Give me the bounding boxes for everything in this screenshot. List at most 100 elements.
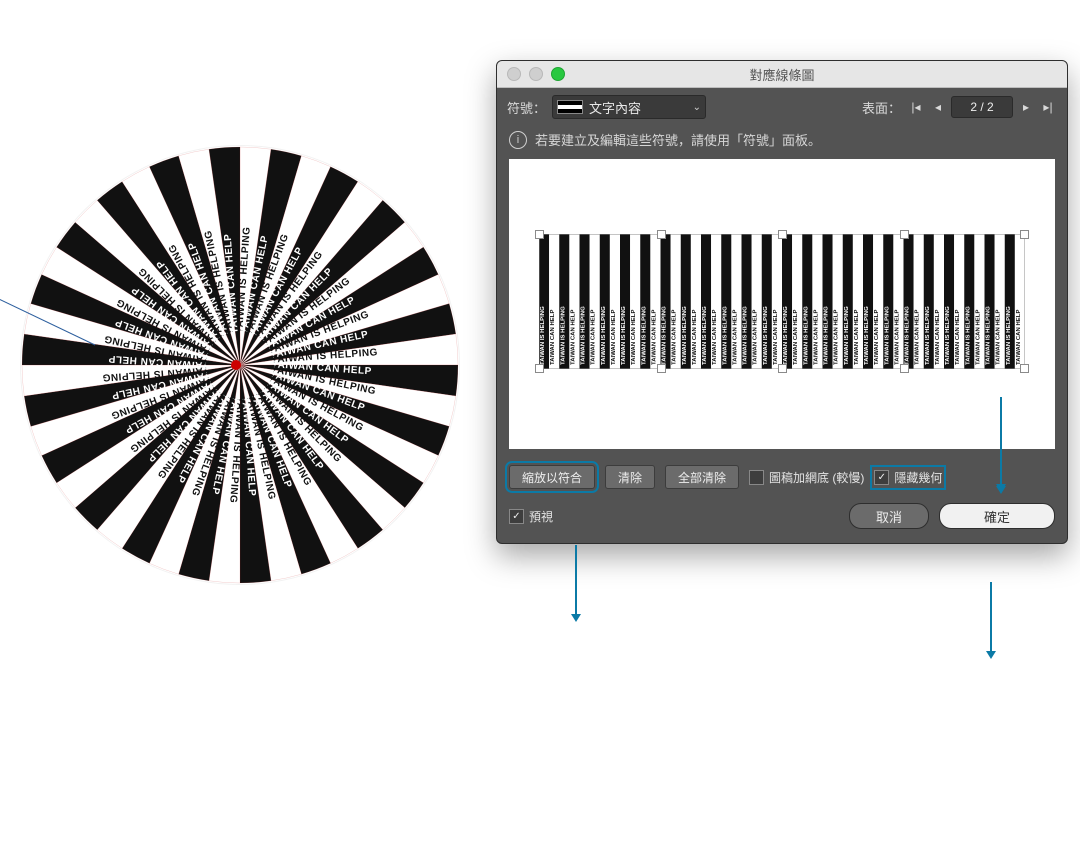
svg-text:TAIWAN IS HELPING: TAIWAN IS HELPING (540, 306, 546, 365)
svg-text:TAIWAN CAN HELP: TAIWAN CAN HELP (550, 309, 556, 365)
svg-text:TAIWAN CAN HELP: TAIWAN CAN HELP (996, 309, 1002, 365)
svg-text:TAIWAN CAN HELP: TAIWAN CAN HELP (611, 309, 617, 365)
resize-handle[interactable] (1020, 364, 1029, 373)
svg-text:TAIWAN CAN HELP: TAIWAN CAN HELP (955, 309, 961, 365)
svg-text:TAIWAN IS HELPING: TAIWAN IS HELPING (884, 306, 890, 365)
svg-text:TAIWAN CAN HELP: TAIWAN CAN HELP (631, 309, 637, 365)
svg-text:TAIWAN CAN HELP: TAIWAN CAN HELP (935, 309, 941, 365)
dialog-title: 對應線條圖 (497, 65, 1067, 84)
symbol-label: 符號： (507, 98, 546, 117)
checkbox-icon (509, 509, 524, 524)
svg-text:TAIWAN IS HELPING: TAIWAN IS HELPING (925, 306, 931, 365)
resize-handle[interactable] (535, 364, 544, 373)
svg-text:TAIWAN IS HELPING: TAIWAN IS HELPING (601, 306, 607, 365)
preview-artwork[interactable]: TAIWAN IS HELPING TAIWAN CAN HELP TAIWAN I… (539, 234, 1025, 369)
callout-arrow (990, 582, 992, 657)
shade-artwork-checkbox[interactable]: 圖稿加網底 (較慢) (749, 469, 864, 486)
resize-handle[interactable] (535, 230, 544, 239)
resize-handle[interactable] (657, 364, 666, 373)
svg-text:TAIWAN CAN HELP: TAIWAN CAN HELP (672, 309, 678, 365)
svg-text:TAIWAN IS HELPING: TAIWAN IS HELPING (1006, 306, 1012, 365)
svg-text:TAIWAN CAN HELP: TAIWAN CAN HELP (915, 309, 921, 365)
svg-text:TAIWAN IS HELPING: TAIWAN IS HELPING (722, 306, 728, 365)
svg-text:TAIWAN IS HELPING: TAIWAN IS HELPING (905, 306, 911, 365)
prev-surface-icon[interactable]: ◂ (929, 98, 947, 116)
svg-text:TAIWAN CAN HELP: TAIWAN CAN HELP (874, 309, 880, 365)
svg-text:TAIWAN CAN HELP: TAIWAN CAN HELP (712, 309, 718, 365)
callout-arrow (1000, 397, 1002, 492)
svg-text:TAIWAN CAN HELP: TAIWAN CAN HELP (753, 309, 759, 365)
svg-text:TAIWAN IS HELPING: TAIWAN IS HELPING (581, 306, 587, 365)
svg-text:TAIWAN IS HELPING: TAIWAN IS HELPING (824, 306, 830, 365)
shade-artwork-label: 圖稿加網底 (較慢) (769, 469, 864, 486)
dialog-header: 符號： 文字內容 ⌄ 表面： |◂ ◂ 2 / 2 ▸ ▸| (497, 88, 1067, 126)
titlebar: 對應線條圖 (497, 61, 1067, 88)
preview-svg: TAIWAN IS HELPING TAIWAN CAN HELP TAIWAN I… (539, 234, 1025, 369)
preview-checkbox[interactable]: 預視 (509, 508, 553, 525)
checkbox-icon (749, 470, 764, 485)
svg-text:TAIWAN CAN HELP: TAIWAN CAN HELP (834, 309, 840, 365)
symbol-selected-value: 文字內容 (589, 98, 641, 117)
svg-text:TAIWAN IS HELPING: TAIWAN IS HELPING (662, 306, 668, 365)
first-surface-icon[interactable]: |◂ (907, 98, 925, 116)
svg-text:TAIWAN CAN HELP: TAIWAN CAN HELP (692, 309, 698, 365)
svg-text:TAIWAN IS HELPING: TAIWAN IS HELPING (986, 306, 992, 365)
cancel-button[interactable]: 取消 (849, 503, 929, 529)
ok-button[interactable]: 確定 (939, 503, 1055, 529)
svg-text:TAIWAN IS HELPING: TAIWAN IS HELPING (621, 306, 627, 365)
preview-canvas: TAIWAN IS HELPING TAIWAN CAN HELP TAIWAN I… (509, 159, 1055, 449)
resize-handle[interactable] (900, 364, 909, 373)
map-art-dialog: 對應線條圖 符號： 文字內容 ⌄ 表面： |◂ ◂ 2 / 2 ▸ ▸| i 若… (496, 60, 1068, 544)
callout-arrow (575, 545, 577, 620)
close-icon[interactable] (507, 67, 521, 81)
svg-text:TAIWAN IS HELPING: TAIWAN IS HELPING (864, 306, 870, 365)
svg-text:TAIWAN IS HELPING: TAIWAN IS HELPING (945, 306, 951, 365)
svg-text:TAIWAN IS HELPING: TAIWAN IS HELPING (763, 306, 769, 365)
svg-text:TAIWAN IS HELPING: TAIWAN IS HELPING (965, 306, 971, 365)
svg-text:TAIWAN IS HELPING: TAIWAN IS HELPING (560, 306, 566, 365)
scale-to-fit-button[interactable]: 縮放以符合 (509, 465, 595, 489)
preview-label: 預視 (529, 508, 553, 525)
resize-handle[interactable] (657, 230, 666, 239)
svg-text:TAIWAN CAN HELP: TAIWAN CAN HELP (732, 309, 738, 365)
action-row: 縮放以符合 清除 全部清除 圖稿加網底 (較慢) 隱藏幾何 (497, 461, 1067, 497)
clear-all-button[interactable]: 全部清除 (665, 465, 739, 489)
svg-text:TAIWAN CAN HELP: TAIWAN CAN HELP (773, 309, 779, 365)
svg-text:TAIWAN CAN HELP: TAIWAN CAN HELP (975, 309, 981, 365)
svg-text:TAIWAN CAN HELP: TAIWAN CAN HELP (651, 309, 657, 365)
resize-handle[interactable] (1020, 230, 1029, 239)
svg-text:TAIWAN IS HELPING: TAIWAN IS HELPING (844, 306, 850, 365)
resize-handle[interactable] (900, 230, 909, 239)
svg-text:TAIWAN IS HELPING: TAIWAN IS HELPING (743, 306, 749, 365)
svg-text:TAIWAN CAN HELP: TAIWAN CAN HELP (1016, 309, 1022, 365)
svg-text:TAIWAN CAN HELP: TAIWAN CAN HELP (894, 309, 900, 365)
resize-handle[interactable] (778, 230, 787, 239)
svg-text:TAIWAN IS HELPING: TAIWAN IS HELPING (702, 306, 708, 365)
last-surface-icon[interactable]: ▸| (1039, 98, 1057, 116)
info-icon: i (509, 131, 527, 149)
minimize-icon[interactable] (529, 67, 543, 81)
resize-handle[interactable] (778, 364, 787, 373)
surface-pager: |◂ ◂ 2 / 2 ▸ ▸| (907, 96, 1057, 118)
hide-geometry-label: 隱藏幾何 (894, 469, 942, 486)
clear-button[interactable]: 清除 (605, 465, 655, 489)
artwork-center-dot (231, 360, 241, 370)
chevron-down-icon: ⌄ (693, 102, 701, 113)
surface-label: 表面： (862, 98, 901, 117)
info-note-text: 若要建立及編輯這些符號，請使用「符號」面板。 (535, 130, 821, 149)
svg-text:TAIWAN CAN HELP: TAIWAN CAN HELP (591, 309, 597, 365)
next-surface-icon[interactable]: ▸ (1017, 98, 1035, 116)
svg-text:TAIWAN CAN HELP: TAIWAN CAN HELP (570, 309, 576, 365)
traffic-lights (507, 67, 565, 81)
symbol-dropdown[interactable]: 文字內容 ⌄ (552, 95, 706, 119)
svg-text:TAIWAN IS HELPING: TAIWAN IS HELPING (783, 306, 789, 365)
info-note: i 若要建立及編輯這些符號，請使用「符號」面板。 (497, 126, 1067, 159)
checkbox-icon (874, 470, 889, 485)
svg-text:TAIWAN IS HELPING: TAIWAN IS HELPING (682, 306, 688, 365)
hide-geometry-checkbox[interactable]: 隱藏幾何 (874, 469, 942, 486)
zoom-icon[interactable] (551, 67, 565, 81)
svg-text:TAIWAN CAN HELP: TAIWAN CAN HELP (793, 309, 799, 365)
surface-page-field[interactable]: 2 / 2 (951, 96, 1013, 118)
symbol-swatch-icon (557, 100, 583, 114)
svg-text:TAIWAN CAN HELP: TAIWAN CAN HELP (813, 309, 819, 365)
